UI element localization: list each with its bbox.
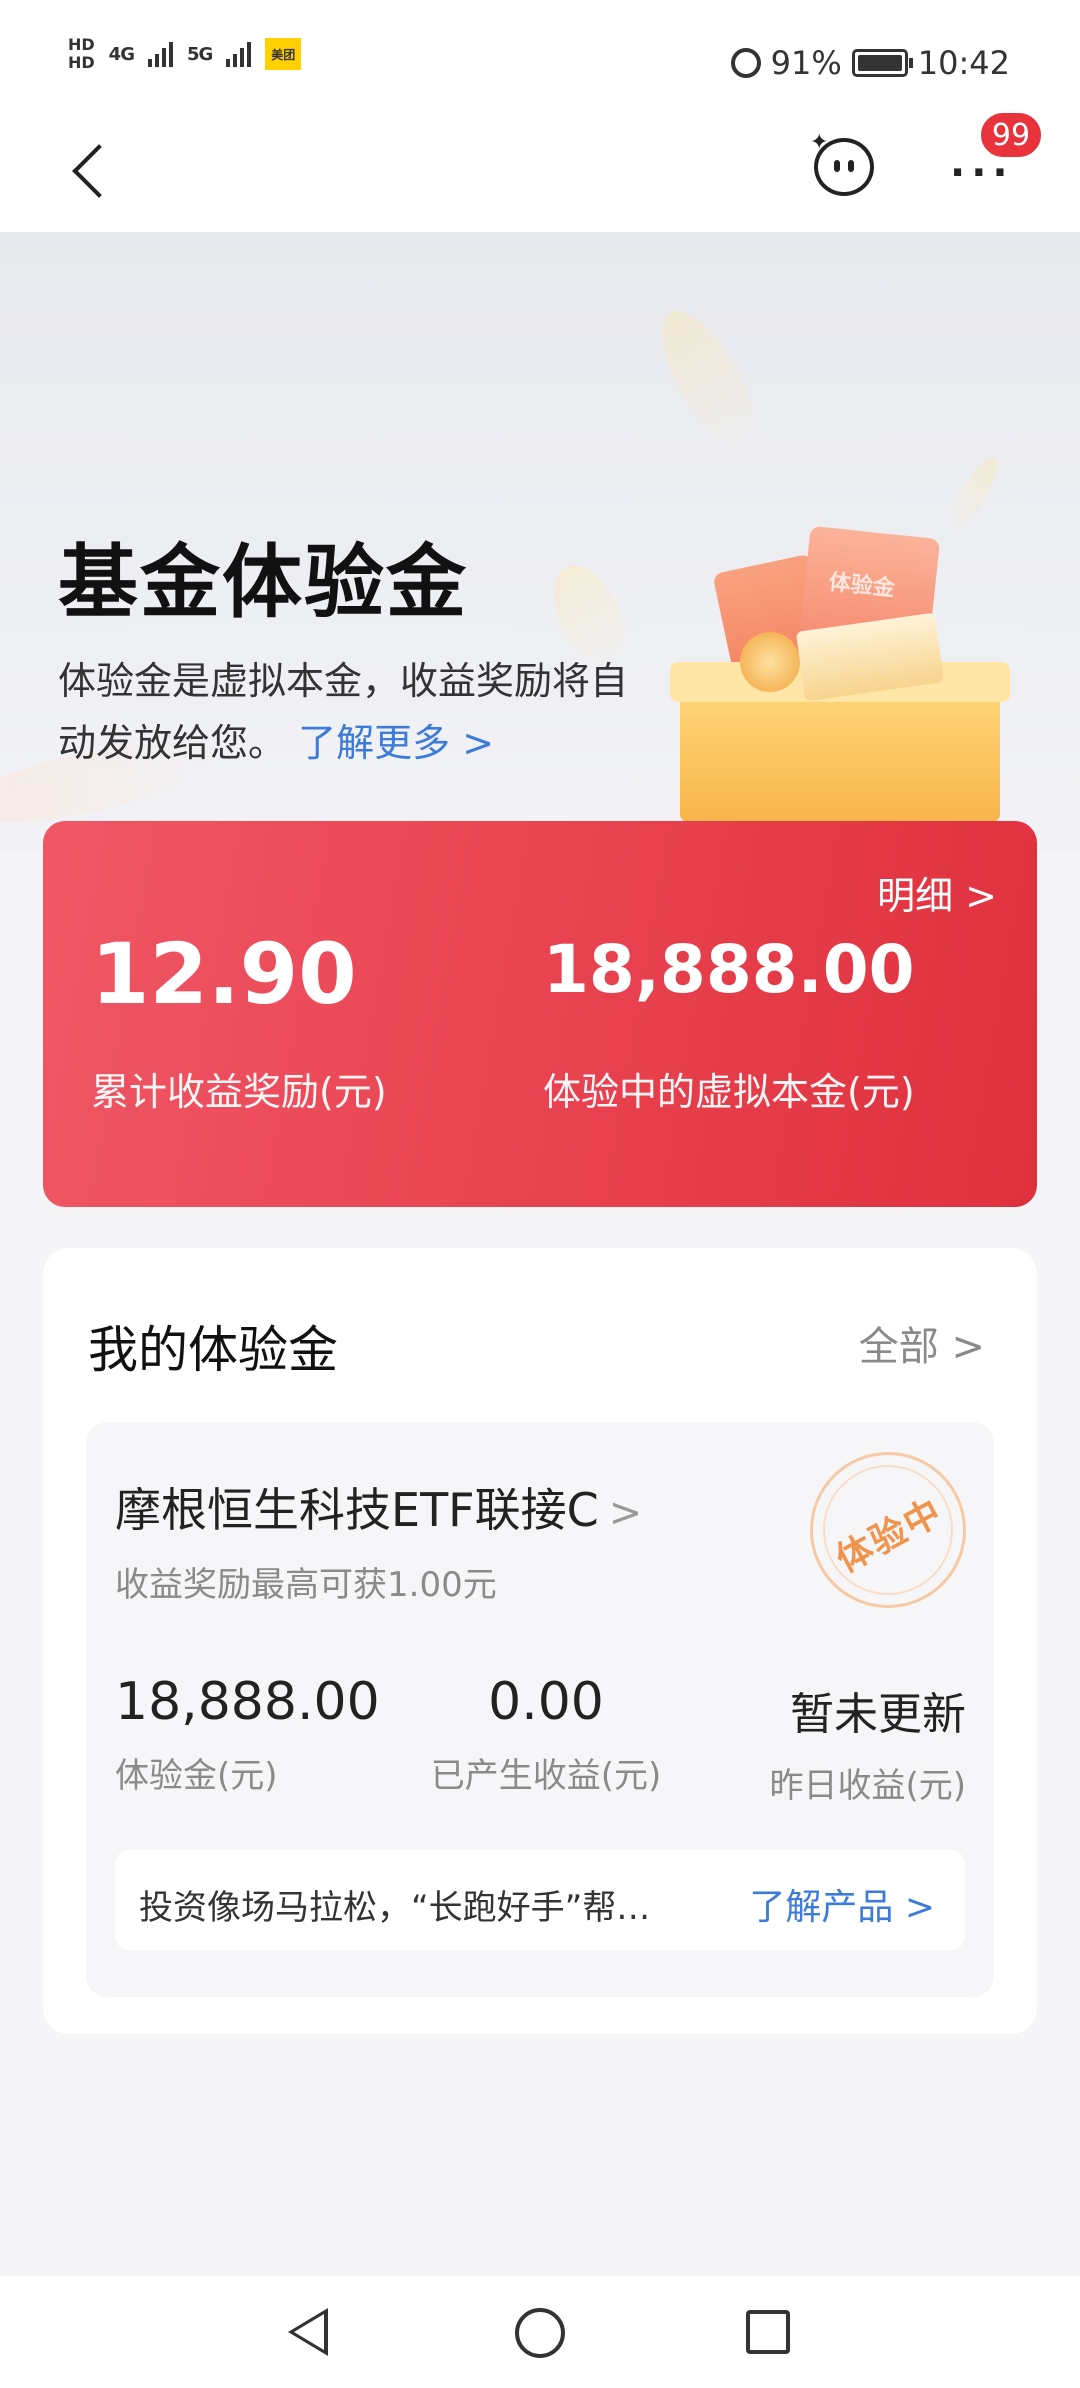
signal-bars-icon [226, 41, 252, 67]
nav-recents-icon[interactable] [746, 2310, 790, 2354]
yesterday-value: 暂未更新 [790, 1689, 966, 1740]
customer-service-bot-icon[interactable]: ✦ [810, 130, 880, 200]
my-trial-funds-section: 我的体验金 全部 > 摩根恒生科技ETF联接C > 收益奖励最高可获1.00元 体… [43, 1248, 1037, 2034]
top-nav-bar: ✦ ··· [0, 120, 1080, 232]
tip-text: 投资像场马拉松，“长跑好手”帮… [139, 1888, 651, 1928]
network-4g-label: 4G [108, 43, 135, 65]
battery-icon [851, 49, 913, 77]
nav-home-icon[interactable] [515, 2308, 565, 2358]
ticket-label: 体验金 [827, 570, 896, 602]
detail-link[interactable]: 明细 > [877, 865, 997, 920]
chevron-right-icon: > [608, 1490, 643, 1536]
in-trial-stamp: 体验中 [810, 1452, 966, 1608]
signal-bars-icon [147, 41, 173, 67]
clock: 10:42 [917, 44, 1010, 82]
yesterday-stat: 暂未更新 昨日收益(元) [769, 1672, 966, 1807]
sparkle-icon: ✦ [810, 130, 829, 155]
back-button[interactable] [70, 142, 130, 202]
page-title: 基金体验金 [58, 536, 468, 629]
status-bar-left: HD HD 4G 5G 美团 [68, 36, 302, 72]
box-illustration [680, 682, 1000, 822]
learn-more-link[interactable]: 了解更多 > [298, 721, 494, 765]
decorative-streak [644, 297, 776, 467]
reward-summary-card: 明细 > 12.90 18,888.00 累计收益奖励(元) 体验中的虚拟本金(… [43, 821, 1037, 1207]
virtual-principal-label: 体验中的虚拟本金(元) [543, 1070, 915, 1114]
stamp-label: 体验中 [829, 1491, 950, 1581]
fund-name: 摩根恒生科技ETF联接C [115, 1483, 599, 1537]
network-5g-label: 5G [186, 43, 213, 65]
hd-indicators: HD HD [68, 36, 95, 72]
fund-subtitle: 收益奖励最高可获1.00元 [115, 1565, 497, 1605]
meituan-notification-icon: 美团 [265, 38, 302, 70]
trial-amount-label: 体验金(元) [115, 1756, 278, 1796]
status-bar-right: 91% 10:42 [730, 44, 1010, 82]
fund-name-link[interactable]: 摩根恒生科技ETF联接C > [115, 1474, 642, 1540]
product-tip-bar[interactable]: 投资像场马拉松，“长跑好手”帮… 了解产品 > [115, 1850, 965, 1950]
total-reward-value: 12.90 [91, 925, 357, 1023]
earned-label: 已产生收益(元) [430, 1756, 662, 1796]
hd-indicator-2: HD [68, 53, 95, 72]
alarm-icon [730, 48, 761, 78]
view-all-link[interactable]: 全部 > [859, 1314, 985, 1372]
learn-product-link[interactable]: 了解产品 > [749, 1878, 935, 1930]
trial-amount-stat: 18,888.00 体验金(元) [115, 1672, 380, 1797]
gift-box-illustration: 体验金 [670, 522, 1010, 822]
nav-back-icon[interactable] [288, 2308, 328, 2356]
virtual-principal-value: 18,888.00 [543, 931, 915, 1008]
earned-stat: 0.00 已产生收益(元) [426, 1672, 666, 1797]
total-reward-label: 累计收益奖励(元) [91, 1070, 387, 1114]
earned-value: 0.00 [488, 1672, 604, 1732]
trial-amount-value: 18,888.00 [115, 1672, 380, 1732]
notification-badge: 99 [978, 110, 1044, 160]
section-title: 我的体验金 [88, 1321, 338, 1379]
fund-trial-card[interactable]: 摩根恒生科技ETF联接C > 收益奖励最高可获1.00元 体验中 18,888.0… [86, 1422, 994, 1997]
hero-description: 体验金是虚拟本金，收益奖励将自动发放给您。 了解更多 > [58, 650, 658, 774]
hd-indicator-1: HD [68, 35, 95, 54]
battery-percent: 91% [770, 44, 842, 82]
coins-illustration [740, 632, 800, 692]
system-nav-bar [0, 2276, 1080, 2388]
hero-banner: 基金体验金 体验金是虚拟本金，收益奖励将自动发放给您。 了解更多 > 体验金 [0, 232, 1080, 852]
status-bar: HD HD 4G 5G 美团 91% 10:42 [0, 0, 1080, 120]
yesterday-label: 昨日收益(元) [769, 1766, 966, 1806]
